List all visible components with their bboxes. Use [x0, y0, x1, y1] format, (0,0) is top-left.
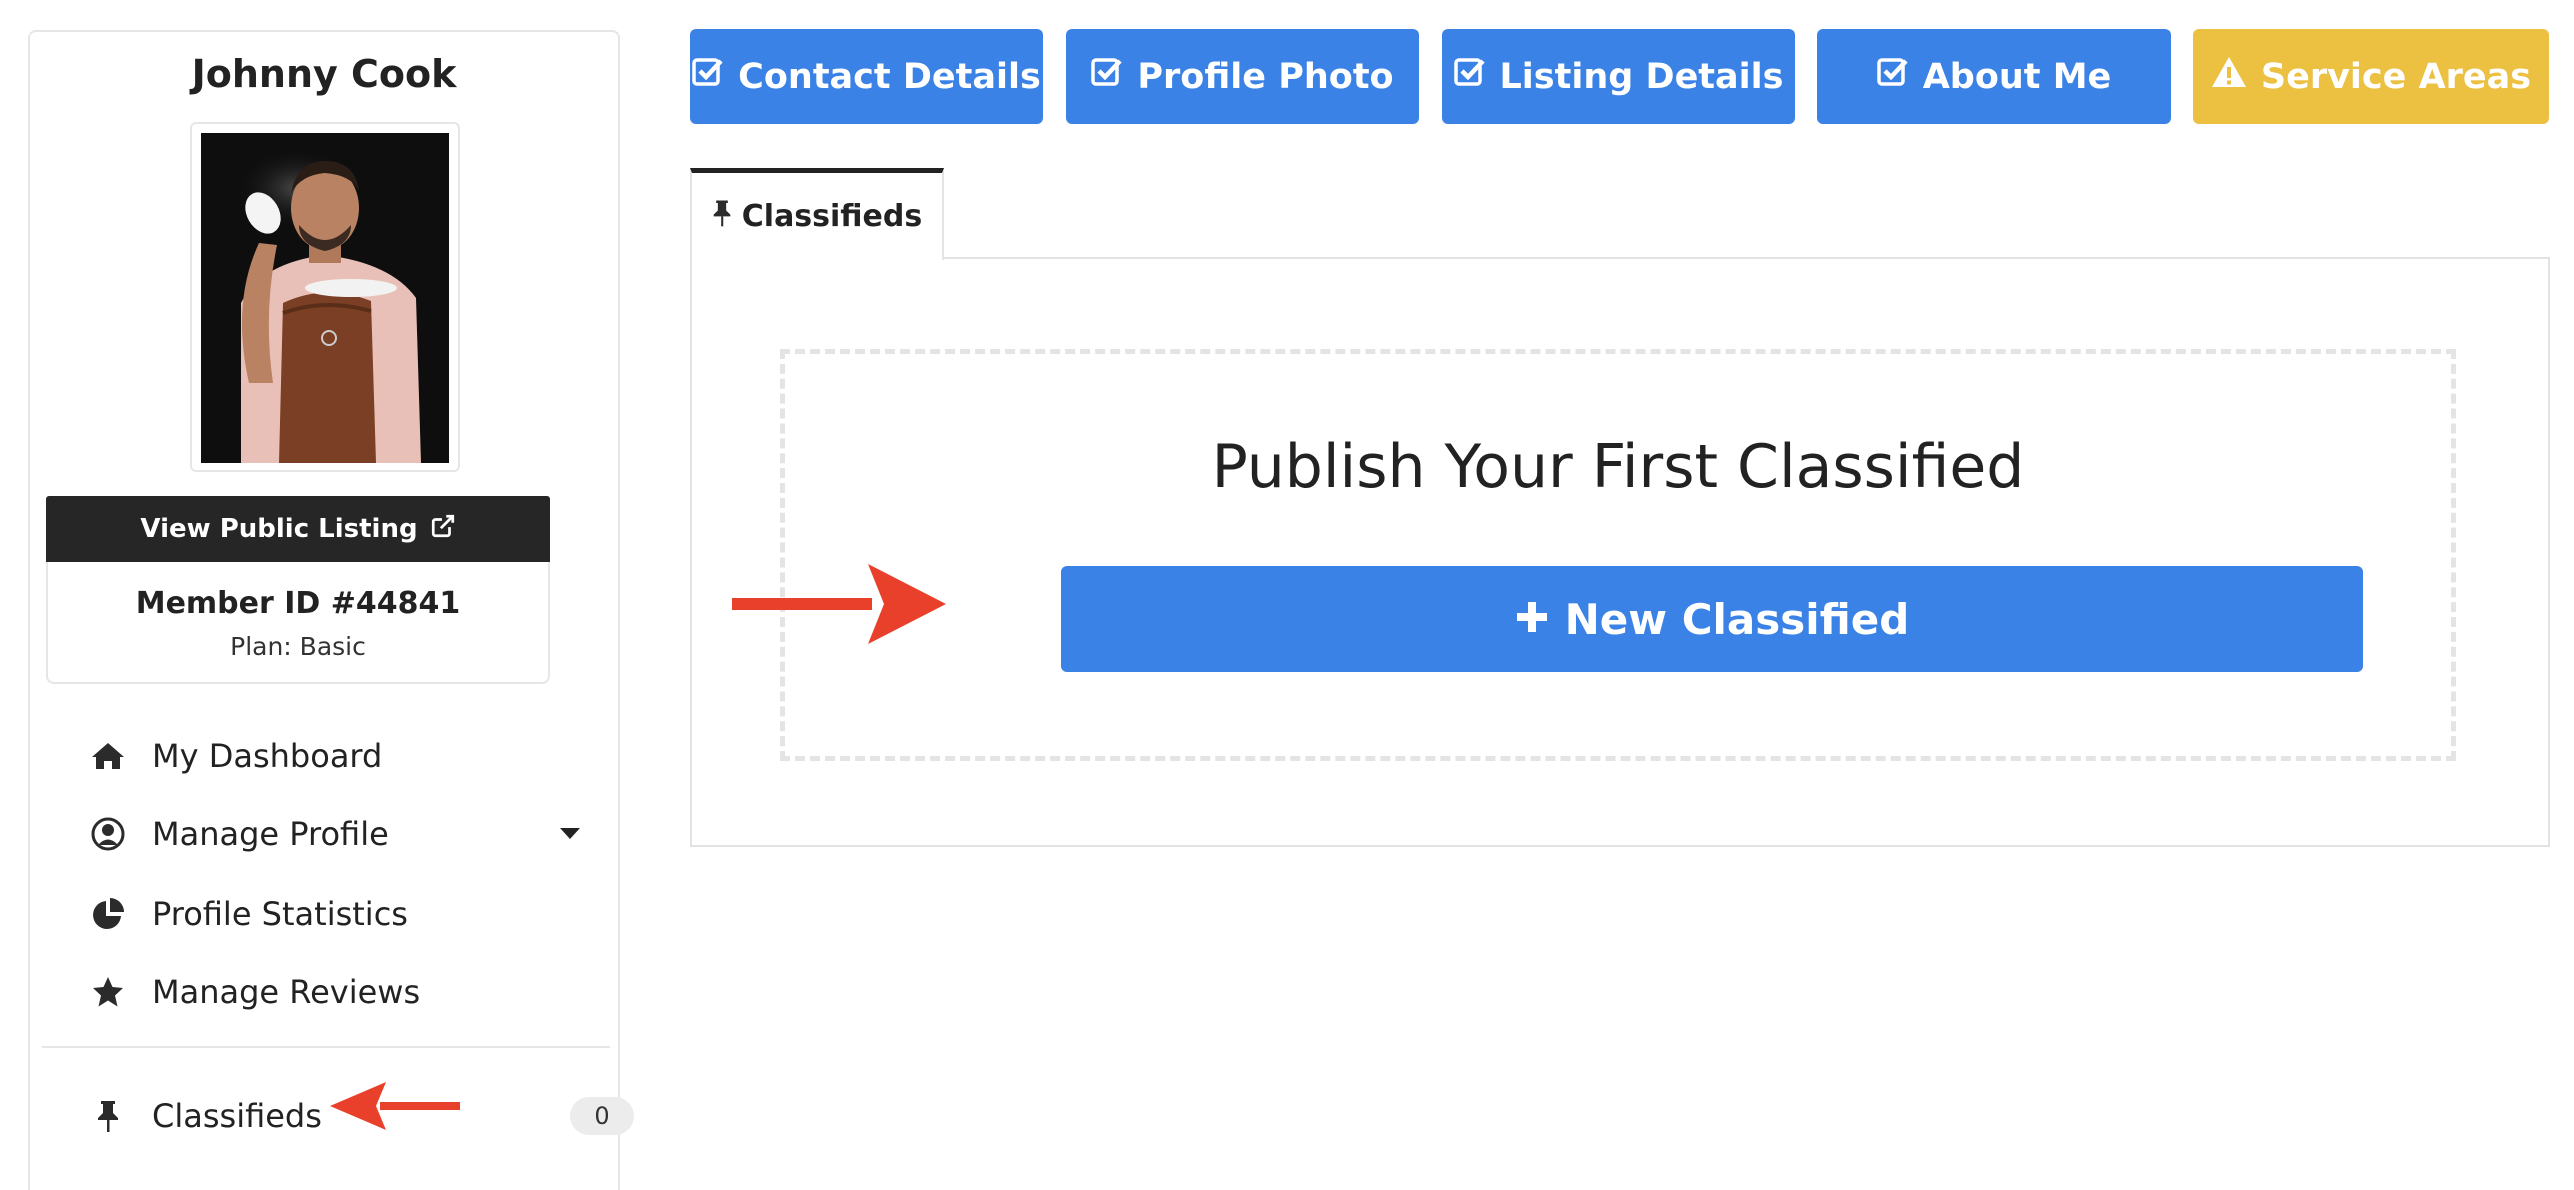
new-classified-label: New Classified — [1564, 594, 1910, 644]
nav-label: Profile Statistics — [152, 895, 408, 933]
step-label: About Me — [1922, 56, 2112, 97]
checkbox-icon — [1091, 56, 1123, 97]
checkbox-icon — [1453, 56, 1486, 97]
classifieds-panel: Publish Your First Classified New Classi… — [690, 257, 2550, 847]
view-public-listing-button[interactable]: View Public Listing — [46, 496, 550, 562]
step-label: Contact Details — [738, 56, 1041, 97]
checkbox-icon — [692, 56, 724, 97]
new-classified-button[interactable]: New Classified — [1061, 566, 2363, 672]
annotation-arrow-left — [330, 1082, 460, 1130]
step-listing-details[interactable]: Listing Details — [1442, 29, 1795, 124]
star-icon — [90, 974, 126, 1010]
pushpin-icon — [712, 198, 732, 236]
nav-my-dashboard[interactable]: My Dashboard — [90, 726, 600, 786]
warning-icon — [2211, 56, 2247, 97]
member-info-card: Member ID #44841 Plan: Basic — [46, 562, 550, 684]
nav-label: Manage Profile — [152, 815, 389, 853]
user-circle-icon — [90, 816, 126, 852]
nav-manage-reviews[interactable]: Manage Reviews — [90, 962, 600, 1022]
nav-manage-profile[interactable]: Manage Profile — [90, 804, 600, 864]
classifieds-count-badge: 0 — [570, 1097, 634, 1135]
nav-divider — [42, 1046, 610, 1048]
step-service-areas[interactable]: Service Areas — [2193, 29, 2549, 124]
step-label: Listing Details — [1499, 56, 1784, 97]
tab-classifieds[interactable]: Classifieds — [690, 168, 944, 260]
member-plan: Plan: Basic — [230, 632, 366, 661]
nav-label: My Dashboard — [152, 737, 383, 775]
step-label: Profile Photo — [1137, 56, 1394, 97]
nav-label: Manage Reviews — [152, 973, 421, 1011]
profile-sidebar: Johnny Cook View Public Listing Member I… — [28, 30, 634, 1190]
step-contact-details[interactable]: Contact Details — [690, 29, 1043, 124]
view-public-listing-label: View Public Listing — [140, 514, 418, 544]
step-label: Service Areas — [2260, 56, 2532, 97]
tab-label: Classifieds — [741, 199, 923, 234]
profile-photo — [201, 133, 449, 463]
nav-profile-statistics[interactable]: Profile Statistics — [90, 884, 600, 944]
step-profile-photo[interactable]: Profile Photo — [1066, 29, 1419, 124]
step-about-me[interactable]: About Me — [1817, 29, 2171, 124]
checkbox-icon — [1876, 56, 1909, 97]
pushpin-icon — [90, 1098, 126, 1134]
annotation-arrow-right — [732, 564, 946, 644]
member-name: Johnny Cook — [191, 52, 457, 96]
pie-chart-icon — [90, 896, 126, 932]
nav-label: Classifieds — [152, 1097, 322, 1135]
plus-icon — [1515, 595, 1549, 644]
profile-photo-frame — [190, 122, 460, 472]
external-link-icon — [430, 513, 456, 546]
home-icon — [90, 738, 126, 774]
publish-title: Publish Your First Classified — [1211, 432, 2025, 502]
chevron-down-icon[interactable] — [560, 828, 580, 839]
member-id: Member ID #44841 — [135, 586, 461, 621]
empty-state-box: Publish Your First Classified New Classi… — [780, 349, 2456, 761]
